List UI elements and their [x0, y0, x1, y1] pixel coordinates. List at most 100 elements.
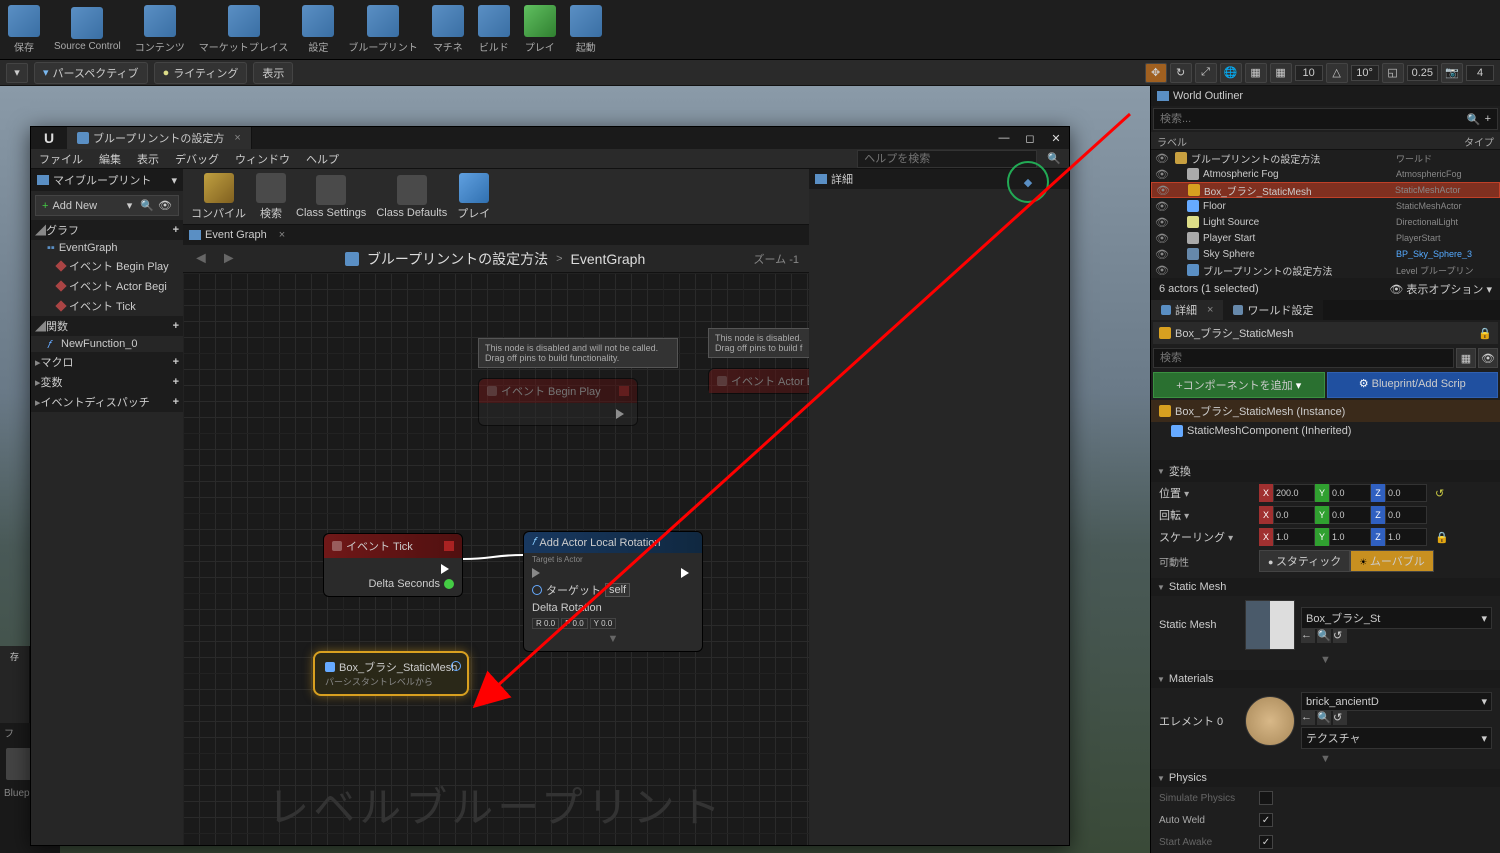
- simulate-physics-checkbox[interactable]: [1259, 791, 1273, 805]
- menu-edit[interactable]: 編集: [99, 151, 121, 167]
- outliner-row[interactable]: 👁ブループリンントの設定方法ワールド: [1151, 150, 1500, 166]
- scale-snap-icon[interactable]: ◱: [1382, 63, 1404, 83]
- transform-scale-icon[interactable]: ⤢: [1195, 63, 1217, 83]
- tab-world-settings[interactable]: ワールド設定: [1223, 300, 1323, 320]
- location-x-input[interactable]: [1273, 484, 1315, 502]
- breadcrumb-leaf[interactable]: EventGraph: [571, 251, 646, 267]
- grid-snap-value[interactable]: 10: [1295, 65, 1323, 81]
- menu-file[interactable]: ファイル: [39, 151, 83, 167]
- compile-button[interactable]: コンパイル: [191, 173, 246, 221]
- breadcrumb-root[interactable]: ブループリンントの設定方法: [367, 249, 548, 269]
- visibility-eye-icon[interactable]: 👁: [1155, 168, 1167, 181]
- outliner-row[interactable]: 👁Box_ブラシ_StaticMeshStaticMeshActor: [1151, 182, 1500, 198]
- item-eventgraph[interactable]: ▪▪EventGraph: [31, 240, 183, 256]
- camera-speed-icon[interactable]: 📷: [1441, 63, 1463, 83]
- transform-rotate-icon[interactable]: ↻: [1170, 63, 1192, 83]
- item-beginplay[interactable]: イベント Begin Play: [31, 256, 183, 276]
- rotation-y-input[interactable]: [1329, 506, 1371, 524]
- search-button[interactable]: 検索: [256, 173, 286, 221]
- angle-snap-icon[interactable]: △: [1326, 63, 1348, 83]
- save-side-button[interactable]: 存: [0, 646, 29, 667]
- location-y-input[interactable]: [1329, 484, 1371, 502]
- var-output-pin[interactable]: [451, 661, 461, 671]
- angle-snap-value[interactable]: 10°: [1351, 65, 1379, 81]
- details-search-input[interactable]: [1153, 348, 1454, 368]
- col-type[interactable]: タイプ: [1390, 132, 1500, 149]
- scale-snap-value[interactable]: 0.25: [1407, 65, 1438, 81]
- matinee-button[interactable]: マチネ: [432, 5, 464, 54]
- auto-weld-checkbox[interactable]: [1259, 813, 1273, 827]
- launch-button[interactable]: 起動: [570, 5, 602, 54]
- grid-snap-icon[interactable]: ▦: [1270, 63, 1292, 83]
- start-awake-checkbox[interactable]: [1259, 835, 1273, 849]
- bp-play-button[interactable]: プレイ: [457, 173, 490, 221]
- bp-window-tab[interactable]: ブループリンントの設定方×: [67, 127, 252, 149]
- component-static-mesh[interactable]: StaticMeshComponent (Inherited): [1151, 422, 1500, 440]
- visibility-eye-icon[interactable]: 👁: [1155, 264, 1167, 277]
- category-transform[interactable]: ▼変換: [1151, 460, 1500, 482]
- build-button[interactable]: ビルド: [478, 5, 510, 54]
- reset-icon[interactable]: ↺: [1435, 487, 1444, 500]
- visibility-eye-icon[interactable]: 👁: [1155, 216, 1167, 229]
- close-icon[interactable]: ✕: [1043, 128, 1069, 148]
- minimize-icon[interactable]: —: [991, 128, 1017, 148]
- item-tick[interactable]: イベント Tick: [31, 296, 183, 316]
- viewport-menu-icon[interactable]: ▾: [6, 63, 28, 83]
- scale-y-input[interactable]: [1329, 528, 1371, 546]
- use-selected-icon[interactable]: ←: [1301, 629, 1315, 643]
- bp-titlebar[interactable]: U ブループリンントの設定方× — ◻ ✕: [31, 127, 1069, 149]
- eye-icon[interactable]: 👁: [158, 199, 172, 212]
- node-beginplay[interactable]: イベント Begin Play: [478, 378, 638, 426]
- class-settings-button[interactable]: Class Settings: [296, 175, 366, 219]
- static-mesh-thumb[interactable]: [1245, 600, 1295, 650]
- blueprints-button[interactable]: ブループリント: [348, 5, 417, 54]
- scale-z-input[interactable]: [1385, 528, 1427, 546]
- marketplace-button[interactable]: マーケットプレイス: [199, 5, 289, 54]
- outliner-row[interactable]: 👁Light SourceDirectionalLight: [1151, 214, 1500, 230]
- surface-snap-icon[interactable]: ▦: [1245, 63, 1267, 83]
- col-label[interactable]: ラベル: [1151, 132, 1390, 149]
- rotation-z-input[interactable]: [1385, 506, 1427, 524]
- world-outliner-tab[interactable]: World Outliner: [1151, 86, 1500, 106]
- content-button[interactable]: コンテンツ: [135, 5, 185, 54]
- play-button[interactable]: プレイ: [524, 5, 556, 54]
- outliner-row[interactable]: 👁ブループリンントの設定方法Level ブループリン: [1151, 262, 1500, 278]
- node-tick[interactable]: イベント Tick Delta Seconds: [323, 533, 463, 597]
- class-defaults-button[interactable]: Class Defaults: [376, 175, 447, 219]
- add-filter-icon[interactable]: +: [1485, 113, 1491, 125]
- view-options-button[interactable]: 👁 表示オプション ▾: [1389, 281, 1492, 297]
- component-root[interactable]: Box_ブラシ_StaticMesh (Instance): [1151, 400, 1500, 422]
- material-thumb[interactable]: [1245, 696, 1295, 746]
- visibility-eye-icon[interactable]: 👁: [1156, 184, 1168, 197]
- transform-move-icon[interactable]: ✥: [1145, 63, 1167, 83]
- add-new-button[interactable]: +Add New▾🔍👁: [35, 195, 179, 216]
- category-physics[interactable]: ▼Physics: [1151, 769, 1500, 787]
- mobility-movable[interactable]: ☀ ムーバブル: [1350, 550, 1433, 572]
- section-variables[interactable]: ▸変数+: [31, 372, 183, 392]
- eye-icon[interactable]: 👁: [1478, 348, 1498, 368]
- item-actorbegin[interactable]: イベント Actor Begi: [31, 276, 183, 296]
- node-variable-box[interactable]: Box_ブラシ_StaticMesh パーシスタントレベルから: [313, 651, 469, 696]
- category-static-mesh[interactable]: ▼Static Mesh: [1151, 578, 1500, 596]
- scale-x-input[interactable]: [1273, 528, 1315, 546]
- rotation-x-input[interactable]: [1273, 506, 1315, 524]
- use-selected-icon[interactable]: ←: [1301, 711, 1315, 725]
- search-icon[interactable]: 🔍: [1047, 152, 1061, 165]
- texture-dropdown[interactable]: テクスチャ▾: [1301, 727, 1492, 749]
- visibility-eye-icon[interactable]: 👁: [1155, 232, 1167, 245]
- matrix-view-icon[interactable]: ▦: [1456, 348, 1476, 368]
- node-actor[interactable]: イベント Actor B: [708, 368, 809, 394]
- outliner-search-input[interactable]: [1160, 113, 1467, 125]
- category-materials[interactable]: ▼Materials: [1151, 670, 1500, 688]
- perspective-dropdown[interactable]: ▾パースペクティブ: [34, 62, 148, 84]
- visibility-eye-icon[interactable]: 👁: [1155, 152, 1167, 165]
- menu-window[interactable]: ウィンドウ: [235, 151, 290, 167]
- browse-icon[interactable]: 🔍: [1317, 629, 1331, 643]
- maximize-icon[interactable]: ◻: [1017, 128, 1043, 148]
- source-control-button[interactable]: Source Control: [54, 7, 121, 52]
- lock-scale-icon[interactable]: 🔒: [1435, 531, 1449, 544]
- nav-forward-icon[interactable]: ►: [221, 250, 237, 268]
- location-z-input[interactable]: [1385, 484, 1427, 502]
- search-icon[interactable]: 🔍: [1467, 113, 1481, 126]
- menu-help[interactable]: ヘルプ: [306, 151, 339, 167]
